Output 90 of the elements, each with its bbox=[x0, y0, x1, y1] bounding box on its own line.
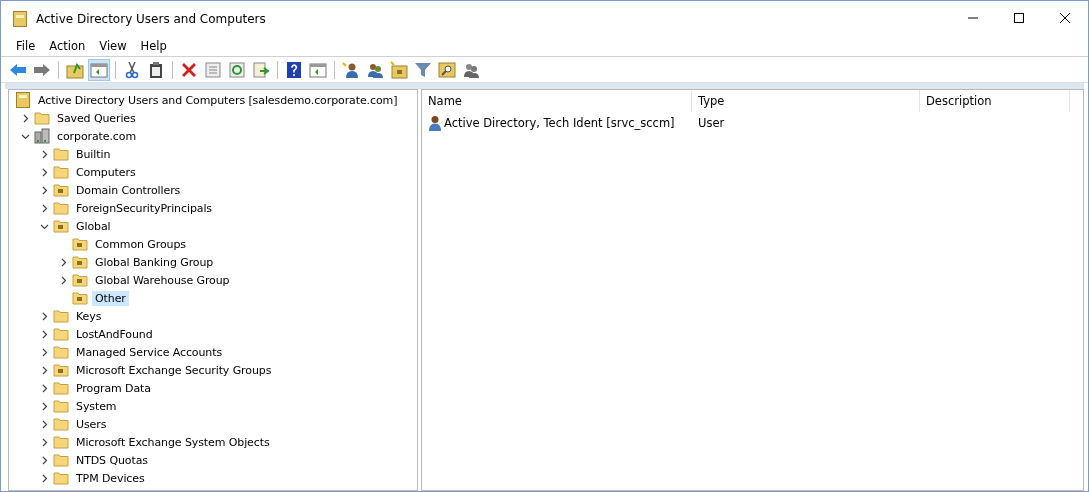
expand-chevron-icon[interactable] bbox=[40, 167, 49, 177]
folder-icon bbox=[53, 218, 69, 234]
tree-item[interactable]: Users bbox=[73, 416, 110, 432]
expand-chevron-icon[interactable] bbox=[40, 203, 49, 213]
export-icon bbox=[252, 60, 270, 79]
tree-item[interactable]: Microsoft Exchange System Objects bbox=[73, 434, 273, 450]
list-cell-text: User bbox=[697, 116, 726, 130]
new-ou-button[interactable] bbox=[388, 58, 410, 81]
tree-item[interactable]: Other bbox=[92, 290, 129, 306]
panel-icon bbox=[309, 60, 327, 79]
folder-icon bbox=[53, 434, 69, 450]
app-icon bbox=[13, 10, 27, 27]
menu-item[interactable]: Action bbox=[42, 39, 93, 53]
list-cell[interactable]: Active Directory, Tech Ident [srvc_sccm] bbox=[444, 116, 675, 130]
expand-chevron-icon[interactable] bbox=[40, 437, 49, 447]
find-icon bbox=[438, 60, 456, 79]
expand-chevron-icon[interactable] bbox=[59, 257, 68, 267]
folder-icon bbox=[53, 416, 69, 432]
show-tree-button[interactable] bbox=[88, 58, 110, 81]
user-icon bbox=[428, 115, 442, 131]
tree-item[interactable]: System bbox=[73, 398, 120, 414]
tree-item[interactable]: corporate.com bbox=[54, 128, 140, 144]
tree-item[interactable]: TPM Devices bbox=[73, 470, 148, 486]
expand-chevron-icon[interactable] bbox=[40, 185, 49, 195]
tree-item[interactable]: Domain Controllers bbox=[73, 182, 184, 198]
tree-item[interactable]: ForeignSecurityPrincipals bbox=[73, 200, 215, 216]
expand-chevron-icon[interactable] bbox=[40, 473, 49, 483]
folder-icon bbox=[390, 60, 408, 79]
close-icon bbox=[1060, 13, 1070, 23]
folder-icon bbox=[53, 308, 69, 324]
folder-icon bbox=[53, 380, 69, 396]
tree-item[interactable]: Global Warehouse Group bbox=[92, 272, 233, 288]
column-header[interactable]: Type bbox=[692, 90, 920, 112]
expand-chevron-icon[interactable] bbox=[40, 419, 49, 429]
expand-chevron-icon[interactable] bbox=[59, 275, 68, 285]
folder-icon bbox=[53, 182, 69, 198]
expand-chevron-icon[interactable] bbox=[40, 365, 49, 375]
window-title: Active Directory Users and Computers bbox=[36, 11, 267, 26]
tree-item[interactable]: Computers bbox=[73, 164, 139, 180]
user-icon bbox=[342, 60, 360, 79]
folder-icon bbox=[53, 200, 69, 216]
folder-icon bbox=[72, 236, 88, 252]
filter-icon bbox=[414, 60, 432, 79]
folder-icon bbox=[72, 272, 88, 288]
tree-item[interactable]: Builtin bbox=[73, 146, 114, 162]
folder-icon bbox=[72, 290, 88, 306]
clipboard-icon bbox=[147, 60, 165, 79]
tree-item[interactable]: NTDS Quotas bbox=[73, 452, 151, 468]
folder-arrow-icon bbox=[66, 60, 84, 79]
menu-item[interactable]: File bbox=[9, 39, 43, 53]
cross-icon bbox=[180, 60, 198, 79]
column-header[interactable]: Description bbox=[920, 90, 1070, 112]
expand-chevron-icon[interactable] bbox=[40, 311, 49, 321]
expand-chevron-icon[interactable] bbox=[40, 455, 49, 465]
refresh-icon bbox=[228, 60, 246, 79]
menu-item[interactable]: Help bbox=[133, 39, 174, 53]
tree-item[interactable]: Global Banking Group bbox=[92, 254, 217, 270]
column-header[interactable]: Name bbox=[422, 90, 692, 112]
expand-chevron-icon[interactable] bbox=[40, 401, 49, 411]
folder-icon bbox=[53, 164, 69, 180]
folder-icon bbox=[53, 470, 69, 486]
folder-icon bbox=[34, 110, 50, 126]
tree-item[interactable]: Program Data bbox=[73, 380, 154, 396]
folder-icon bbox=[72, 254, 88, 270]
folder-icon bbox=[53, 452, 69, 468]
expand-chevron-icon[interactable] bbox=[40, 347, 49, 357]
scissors-icon bbox=[123, 60, 141, 79]
maximize-icon bbox=[1014, 13, 1024, 23]
tree-item[interactable]: Global bbox=[73, 218, 114, 234]
folder-icon bbox=[53, 146, 69, 162]
expand-chevron-icon[interactable] bbox=[21, 113, 30, 123]
sheet-icon bbox=[204, 60, 222, 79]
panel-icon bbox=[90, 60, 108, 79]
expand-chevron-icon[interactable] bbox=[40, 329, 49, 339]
tree-item[interactable]: Common Groups bbox=[92, 236, 189, 252]
tree-item[interactable]: Microsoft Exchange Security Groups bbox=[73, 362, 275, 378]
tree-item[interactable]: Active Directory Users and Computers [salesdemo.corporate.com] bbox=[35, 92, 401, 108]
tree-item[interactable]: Keys bbox=[73, 308, 105, 324]
expand-chevron-icon[interactable] bbox=[40, 383, 49, 393]
expand-chevron-icon[interactable] bbox=[40, 149, 49, 159]
tree-item[interactable]: Saved Queries bbox=[54, 110, 139, 126]
help-icon bbox=[285, 60, 303, 79]
folder-icon bbox=[53, 344, 69, 360]
server-icon bbox=[34, 128, 50, 144]
folder-icon bbox=[53, 362, 69, 378]
menu-item[interactable]: View bbox=[92, 39, 134, 53]
folder-icon bbox=[53, 326, 69, 342]
tree-item[interactable]: Managed Service Accounts bbox=[73, 344, 226, 360]
tree-item[interactable]: LostAndFound bbox=[73, 326, 156, 342]
folder-icon bbox=[53, 398, 69, 414]
